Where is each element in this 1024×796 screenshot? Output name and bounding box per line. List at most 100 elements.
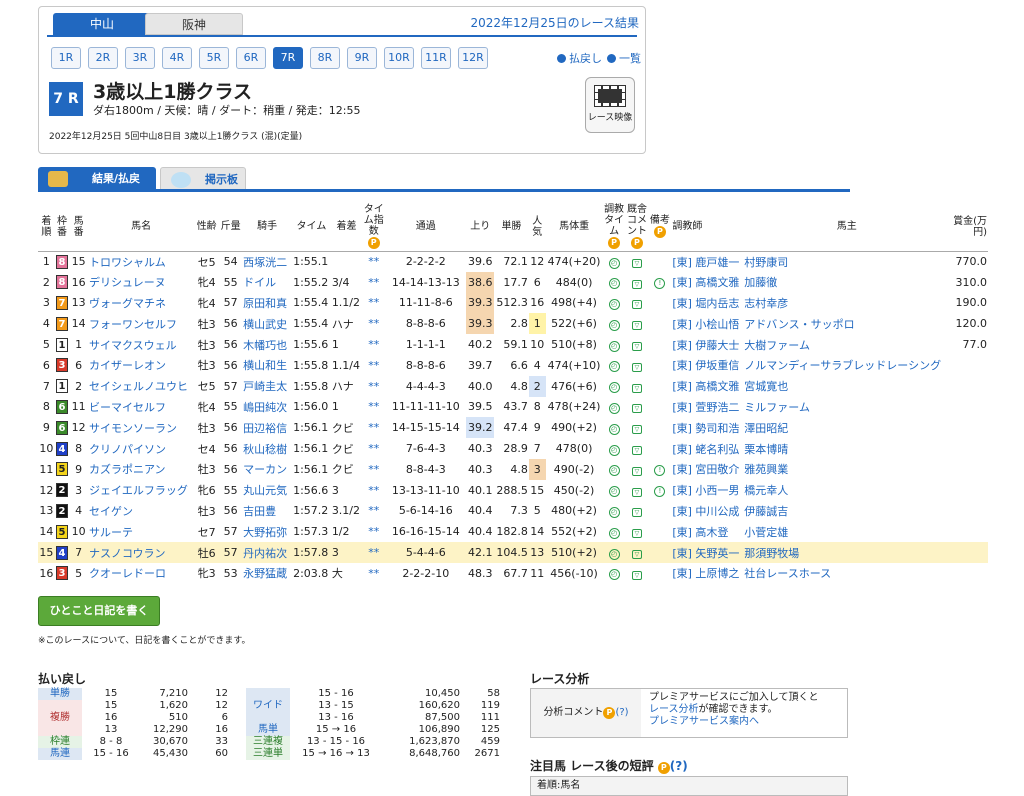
- stable-comment-icon-cell[interactable]: ▽: [626, 251, 649, 272]
- race-button-10r[interactable]: 10R: [384, 47, 414, 69]
- remark-cell[interactable]: [648, 501, 671, 522]
- remark-cell[interactable]: [648, 313, 671, 334]
- trainer-link[interactable]: [東] 蛯名利弘: [672, 443, 739, 456]
- horse-name-link[interactable]: ジェイエルフラッグ: [88, 480, 194, 501]
- time-index[interactable]: **: [362, 376, 385, 397]
- venue-tab-nakayama[interactable]: 中山: [53, 13, 151, 35]
- race-button-7r[interactable]: 7R: [273, 47, 303, 69]
- jockey-link[interactable]: 嶋田純次: [242, 397, 292, 418]
- trainer-link[interactable]: [東] 宮田敬介: [672, 463, 739, 476]
- owner-link[interactable]: 那須野牧場: [743, 542, 951, 563]
- tab-board[interactable]: 掲示板: [160, 167, 246, 191]
- jockey-link[interactable]: 横山武史: [242, 313, 292, 334]
- training-time-icon-cell[interactable]: ◴: [602, 542, 626, 563]
- time-index[interactable]: **: [362, 542, 386, 563]
- trainer-link[interactable]: [東] 鹿戸雄一: [672, 256, 739, 269]
- time-index[interactable]: **: [362, 438, 385, 459]
- horse-name-link[interactable]: クオーレドーロ: [88, 563, 194, 584]
- owner-link[interactable]: 雅苑興業: [743, 459, 950, 480]
- stable-comment-icon-cell[interactable]: ▽: [626, 397, 649, 418]
- horse-name-link[interactable]: カズラポニアン: [88, 459, 194, 480]
- horse-name-link[interactable]: デリシュレーヌ: [88, 272, 194, 293]
- time-index[interactable]: **: [362, 334, 385, 355]
- training-time-icon-cell[interactable]: ◴: [603, 313, 626, 334]
- jockey-link[interactable]: 原田和真: [242, 293, 292, 314]
- jockey-link[interactable]: 戸崎圭太: [242, 376, 292, 397]
- tab-results[interactable]: 結果/払戻: [38, 167, 156, 191]
- race-button-6r[interactable]: 6R: [236, 47, 266, 69]
- race-button-4r[interactable]: 4R: [162, 47, 192, 69]
- time-index[interactable]: **: [362, 521, 385, 542]
- jockey-link[interactable]: 西塚洸二: [242, 251, 292, 272]
- remark-cell[interactable]: [648, 397, 671, 418]
- race-button-1r[interactable]: 1R: [51, 47, 81, 69]
- race-button-3r[interactable]: 3R: [125, 47, 155, 69]
- stable-comment-icon-cell[interactable]: ▽: [626, 480, 649, 501]
- trainer-link[interactable]: [東] 矢野英一: [672, 547, 739, 560]
- time-index[interactable]: **: [362, 313, 385, 334]
- time-index[interactable]: **: [362, 293, 385, 314]
- training-time-icon-cell[interactable]: ◴: [603, 355, 626, 376]
- training-time-icon-cell[interactable]: ◴: [603, 480, 626, 501]
- owner-link[interactable]: ミルファーム: [743, 397, 950, 418]
- training-time-icon-cell[interactable]: ◴: [603, 459, 626, 480]
- training-time-icon-cell[interactable]: ◴: [603, 293, 626, 314]
- remark-cell[interactable]: [648, 355, 671, 376]
- trainer-link[interactable]: [東] 上原博之: [672, 567, 739, 580]
- remark-cell[interactable]: [648, 251, 671, 272]
- jockey-link[interactable]: 田辺裕信: [242, 417, 292, 438]
- remark-cell[interactable]: [648, 334, 671, 355]
- stable-comment-icon-cell[interactable]: ▽: [626, 376, 649, 397]
- training-time-icon-cell[interactable]: ◴: [603, 417, 626, 438]
- horse-name-link[interactable]: セイゲン: [88, 501, 194, 522]
- stable-comment-icon-cell[interactable]: ▽: [626, 459, 649, 480]
- training-time-icon-cell[interactable]: ◴: [603, 376, 626, 397]
- owner-link[interactable]: 社台レースホース: [743, 563, 950, 584]
- list-link[interactable]: 一覧: [607, 50, 641, 66]
- race-button-5r[interactable]: 5R: [199, 47, 229, 69]
- owner-link[interactable]: アドバンス・サッポロ: [743, 313, 950, 334]
- time-index[interactable]: **: [362, 355, 385, 376]
- owner-link[interactable]: 小菅定雄: [743, 521, 950, 542]
- trainer-link[interactable]: [東] 勢司和浩: [672, 422, 739, 435]
- remark-cell[interactable]: !: [648, 480, 671, 501]
- stable-comment-icon-cell[interactable]: ▽: [626, 417, 649, 438]
- remark-cell[interactable]: [648, 376, 671, 397]
- horse-name-link[interactable]: ナスノコウラン: [87, 542, 195, 563]
- stable-comment-icon-cell[interactable]: ▽: [626, 355, 649, 376]
- owner-link[interactable]: 澤田昭紀: [743, 417, 950, 438]
- race-button-12r[interactable]: 12R: [458, 47, 488, 69]
- trainer-link[interactable]: [東] 中川公成: [672, 505, 739, 518]
- horse-name-link[interactable]: ビーマイセルフ: [88, 397, 194, 418]
- owner-link[interactable]: 宮城寛也: [743, 376, 950, 397]
- race-video-button[interactable]: レース映像: [585, 77, 635, 133]
- owner-link[interactable]: 橋元幸人: [743, 480, 950, 501]
- remark-cell[interactable]: [648, 563, 671, 584]
- write-diary-button[interactable]: ひとこと日記を書く: [38, 596, 160, 626]
- trainer-link[interactable]: [東] 高木登: [672, 526, 728, 539]
- training-time-icon-cell[interactable]: ◴: [603, 251, 626, 272]
- training-time-icon-cell[interactable]: ◴: [603, 438, 626, 459]
- horse-name-link[interactable]: カイザーレオン: [88, 355, 194, 376]
- race-button-8r[interactable]: 8R: [310, 47, 340, 69]
- stable-comment-icon-cell[interactable]: ▽: [626, 293, 649, 314]
- analysis-help-link[interactable]: (?): [615, 707, 628, 718]
- jockey-link[interactable]: 秋山稔樹: [242, 438, 292, 459]
- training-time-icon-cell[interactable]: ◴: [603, 501, 626, 522]
- horse-name-link[interactable]: サイモンソーラン: [88, 417, 194, 438]
- jockey-link[interactable]: 大野拓弥: [242, 521, 292, 542]
- jockey-link[interactable]: 丸山元気: [242, 480, 292, 501]
- premium-guide-link[interactable]: プレミアサービス案内へ: [649, 716, 819, 728]
- jockey-link[interactable]: ドイル: [242, 272, 292, 293]
- owner-link[interactable]: 大樹ファーム: [743, 334, 950, 355]
- jockey-link[interactable]: マーカン: [242, 459, 292, 480]
- horse-name-link[interactable]: トロワシャルム: [88, 251, 194, 272]
- race-button-2r[interactable]: 2R: [88, 47, 118, 69]
- stable-comment-icon-cell[interactable]: ▽: [626, 272, 649, 293]
- trainer-link[interactable]: [東] 萱野浩二: [672, 401, 739, 414]
- time-index[interactable]: **: [362, 459, 385, 480]
- trainer-link[interactable]: [東] 小桧山悟: [672, 318, 739, 331]
- jockey-link[interactable]: 丹内祐次: [242, 542, 293, 563]
- time-index[interactable]: **: [362, 501, 385, 522]
- training-time-icon-cell[interactable]: ◴: [603, 397, 626, 418]
